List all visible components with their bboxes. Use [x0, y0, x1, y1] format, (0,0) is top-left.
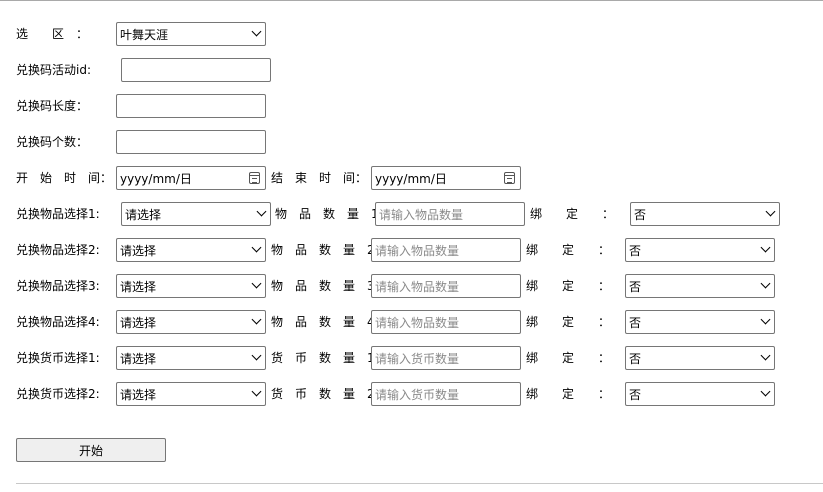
activity-id-label: 兑换码活动id: — [16, 63, 91, 77]
currency-select-label: 兑换货币选择2: — [16, 387, 100, 401]
item-select[interactable]: 请选择 — [121, 202, 271, 226]
bind-label: 绑 定 ： — [526, 243, 611, 257]
quantity-input[interactable]: 请输入物品数量 — [375, 202, 525, 226]
bind-select[interactable]: 否 — [625, 346, 775, 370]
end-time-value: yyyy/mm/日 — [375, 171, 447, 186]
item-select-value: 请选择 — [120, 315, 157, 330]
region-label: 选 区 ： — [16, 27, 89, 41]
chevron-down-icon — [760, 314, 771, 325]
bind-select-value: 否 — [629, 315, 642, 330]
currency-quantity-input[interactable]: 请输入货币数量 — [371, 346, 521, 370]
code-length-input[interactable] — [116, 94, 266, 118]
quantity-label: 物 品 数 量 1: — [275, 207, 383, 221]
chevron-down-icon — [251, 350, 262, 361]
bind-select[interactable]: 否 — [625, 274, 775, 298]
code-length-label: 兑换码长度： — [16, 99, 89, 113]
item-select-value: 请选择 — [120, 243, 157, 258]
region-select-value: 叶舞天涯 — [120, 27, 169, 42]
chevron-down-icon — [251, 314, 262, 325]
currency-select[interactable]: 请选择 — [116, 382, 266, 406]
bind-select-value: 否 — [634, 207, 647, 222]
chevron-down-icon — [251, 242, 262, 253]
currency-quantity-label: 货 币 数 量 2: — [271, 387, 379, 401]
start-time-input[interactable]: yyyy/mm/日 — [116, 166, 266, 190]
quantity-label: 物 品 数 量 2: — [271, 243, 379, 257]
item-select-label: 兑换物品选择4: — [16, 315, 100, 329]
bind-label: 绑 定 ： — [526, 315, 611, 329]
chevron-down-icon — [760, 386, 771, 397]
top-divider — [0, 0, 823, 1]
quantity-label: 物 品 数 量 3: — [271, 279, 379, 293]
item-select-label: 兑换物品选择1: — [16, 207, 100, 221]
currency-quantity-label: 货 币 数 量 1: — [271, 351, 379, 365]
quantity-input[interactable]: 请输入物品数量 — [371, 310, 521, 334]
chevron-down-icon — [760, 350, 771, 361]
item-select[interactable]: 请选择 — [116, 310, 266, 334]
bind-select[interactable]: 否 — [625, 310, 775, 334]
quantity-input[interactable]: 请输入物品数量 — [371, 274, 521, 298]
chevron-down-icon — [251, 386, 262, 397]
chevron-down-icon — [760, 242, 771, 253]
start-time-label: 开 始 时 间： — [16, 171, 113, 185]
bind-select-value: 否 — [629, 351, 642, 366]
bind-select-value: 否 — [629, 279, 642, 294]
code-count-input[interactable] — [116, 130, 266, 154]
calendar-icon[interactable] — [504, 172, 515, 184]
chevron-down-icon — [760, 278, 771, 289]
item-select-value: 请选择 — [120, 279, 157, 294]
bind-label: 绑 定 ： — [526, 279, 611, 293]
currency-select-label: 兑换货币选择1: — [16, 351, 100, 365]
currency-quantity-input[interactable]: 请输入货币数量 — [371, 382, 521, 406]
bind-select[interactable]: 否 — [625, 382, 775, 406]
chevron-down-icon — [251, 278, 262, 289]
currency-select-value: 请选择 — [120, 387, 157, 402]
start-time-value: yyyy/mm/日 — [120, 171, 192, 186]
bind-label: 绑 定 ： — [526, 387, 611, 401]
item-select-label: 兑换物品选择3: — [16, 279, 100, 293]
bottom-divider — [16, 483, 823, 484]
item-select[interactable]: 请选择 — [116, 274, 266, 298]
region-select[interactable]: 叶舞天涯 — [116, 22, 266, 46]
end-time-input[interactable]: yyyy/mm/日 — [371, 166, 521, 190]
bind-select[interactable]: 否 — [630, 202, 780, 226]
calendar-icon[interactable] — [249, 172, 260, 184]
code-count-label: 兑换码个数： — [16, 135, 89, 149]
item-select-value: 请选择 — [125, 207, 162, 222]
bind-select-value: 否 — [629, 387, 642, 402]
start-button[interactable]: 开始 — [16, 438, 166, 462]
currency-select[interactable]: 请选择 — [116, 346, 266, 370]
chevron-down-icon — [256, 206, 267, 217]
quantity-input[interactable]: 请输入物品数量 — [371, 238, 521, 262]
item-select[interactable]: 请选择 — [116, 238, 266, 262]
end-time-label: 结 束 时 间： — [271, 171, 368, 185]
chevron-down-icon — [765, 206, 776, 217]
bind-select-value: 否 — [629, 243, 642, 258]
currency-select-value: 请选择 — [120, 351, 157, 366]
bind-select[interactable]: 否 — [625, 238, 775, 262]
bind-label: 绑 定 ： — [530, 207, 615, 221]
item-select-label: 兑换物品选择2: — [16, 243, 100, 257]
chevron-down-icon — [251, 26, 262, 37]
quantity-label: 物 品 数 量 4: — [271, 315, 379, 329]
bind-label: 绑 定 ： — [526, 351, 611, 365]
activity-id-input[interactable] — [121, 58, 271, 82]
